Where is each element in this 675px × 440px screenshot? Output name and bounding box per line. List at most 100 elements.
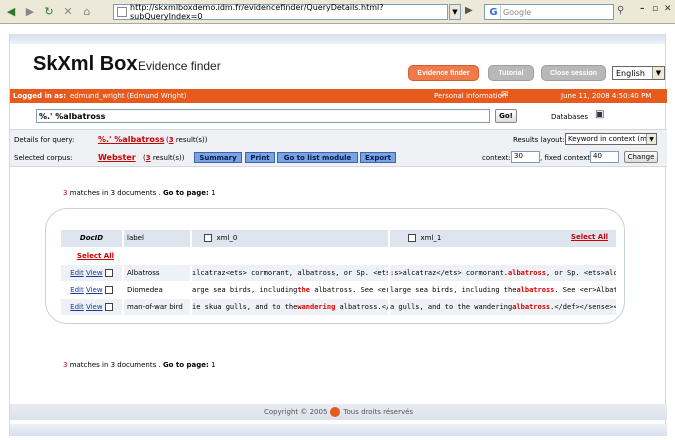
reload-icon[interactable]: ↻ (41, 4, 57, 20)
back-icon[interactable]: ◀ (3, 4, 19, 20)
query-row: %.' %albatross Go! Databases ▣ (10, 109, 667, 125)
databases-icon[interactable]: ▣ (595, 109, 604, 120)
go-button[interactable]: Go! (495, 109, 517, 123)
summary-button[interactable]: Summary (194, 152, 242, 163)
xml1-context: large sea birds, including thealbatross.… (389, 281, 616, 299)
go-arrow-icon[interactable]: ▶ (465, 5, 479, 19)
page-link[interactable]: 1 (211, 189, 215, 197)
matches-summary-top: 3 matches in 3 documents . Go to page: 1 (63, 189, 216, 197)
chevron-down-icon: ▼ (652, 67, 664, 79)
row-checkbox[interactable] (104, 268, 113, 277)
window-controls: – ▫ ✕ (640, 4, 673, 16)
query-link[interactable]: %.' %albatross (98, 135, 164, 144)
results-layout-value: Keyword in context (mo (568, 135, 652, 143)
go-to-list-module-button[interactable]: Go to list module (277, 152, 358, 163)
browser-toolbar: ◀ ▶ ↻ ✕ ⌂ http://skxmlboxdemo.idm.fr/evi… (0, 0, 675, 24)
bottom-stripe (10, 424, 667, 436)
table-row: Edit View Albatross ılcatraz<ets> cormor… (61, 264, 616, 282)
personal-info-link[interactable]: Personal information (434, 92, 506, 100)
xml0-checkbox[interactable] (204, 234, 212, 243)
export-button[interactable]: Export (360, 152, 396, 163)
xml1-context: a gulls, and to the wanderingalbatross.<… (389, 298, 616, 316)
address-bar[interactable]: http://skxmlboxdemo.idm.fr/evidencefinde… (113, 3, 448, 21)
row-label: man-of-war bird (123, 298, 192, 316)
xml1-checkbox[interactable] (408, 234, 416, 243)
language-value: English (616, 68, 645, 78)
google-icon: G (487, 5, 501, 19)
app-brand: SkXml Box (33, 53, 138, 75)
user-bar: Logged in as: edmund_wright (Edmund Wrig… (10, 89, 667, 103)
view-link[interactable]: View (86, 303, 103, 311)
page: SkXml Box Evidence finder Evidence finde… (0, 24, 675, 440)
fixed-context-input[interactable]: 40 (590, 151, 619, 163)
app-frame: SkXml Box Evidence finder Evidence finde… (9, 34, 667, 436)
change-button[interactable]: Change (624, 151, 658, 163)
table-row: Edit View Diomedea arge sea birds, inclu… (61, 281, 616, 299)
user-name: edmund_wright (Edmund Wright) (70, 92, 187, 100)
nav-tutorial-button[interactable]: Tutorial (488, 65, 534, 81)
select-all-link-xml1[interactable]: Select All (571, 233, 608, 241)
fixed-context-label: , fixed context: (540, 154, 593, 162)
maximize-icon[interactable]: ▫ (652, 4, 661, 16)
company-logo-icon (330, 407, 341, 417)
view-link[interactable]: View (86, 286, 103, 294)
row-label: Diomedea (123, 281, 192, 299)
results-layout-select[interactable]: Keyword in context (mo ▼ (565, 133, 657, 145)
result-count: (3 result(s)) (166, 136, 208, 144)
search-icon[interactable]: ⚲ (617, 5, 624, 16)
nav-close-session-button[interactable]: Close session (541, 65, 606, 81)
forward-icon[interactable]: ▶ (22, 4, 38, 20)
view-link[interactable]: View (86, 269, 103, 277)
edit-link[interactable]: Edit (70, 303, 84, 311)
search-box[interactable]: G Google (484, 4, 614, 20)
databases-label: Databases (551, 113, 589, 121)
table-row: Edit View man-of-war bird ie skua gulls,… (61, 298, 616, 316)
row-checkbox[interactable] (104, 285, 113, 294)
select-all-cell: Select All (61, 247, 124, 265)
close-icon[interactable]: ✕ (664, 4, 673, 16)
page-icon (117, 7, 127, 17)
results-layout-label: Results layout: (513, 136, 565, 144)
nav-evidence-finder-button[interactable]: Evidence finder (408, 65, 479, 81)
results-panel: DocID label xml_0 xml_1 Select All Select… (45, 208, 625, 324)
corpus-count: (3 result(s)) (143, 154, 185, 162)
select-all-row: Select All (61, 247, 616, 265)
select-all-link-rows[interactable]: Select All (77, 252, 114, 260)
page-link[interactable]: 1 (211, 361, 215, 369)
language-select[interactable]: English ▼ (612, 66, 665, 80)
stop-icon[interactable]: ✕ (60, 4, 76, 20)
table-header: DocID label xml_0 xml_1 Select All (61, 230, 616, 248)
query-input[interactable]: %.' %albatross (36, 109, 490, 123)
context-input[interactable]: 30 (511, 151, 540, 163)
col-docid: DocID (61, 230, 124, 248)
date-time: June 11, 2008 4:50:40 PM (561, 92, 652, 100)
search-placeholder: Google (503, 7, 532, 17)
col-label: label (123, 230, 192, 248)
copyright-text: Copyright © 2005 (263, 408, 328, 416)
col-xml0: xml_0 (191, 230, 390, 248)
matches-summary-bottom: 3 matches in 3 documents . Go to page: 1 (63, 361, 216, 369)
url-text: http://skxmlboxdemo.idm.fr/evidencefinde… (130, 3, 384, 21)
row-checkbox[interactable] (104, 302, 113, 311)
corpus-label: Selected corpus: (14, 154, 73, 162)
col-xml1: xml_1 Select All (389, 230, 616, 248)
print-button[interactable]: Print (245, 152, 275, 163)
rights-text: Tous droits réservés (343, 408, 414, 416)
row-label: Albatross (123, 264, 192, 282)
xml0-context: ılcatraz<ets> cormorant, albatross, or S… (191, 264, 390, 282)
personal-info-icon[interactable]: ✉ (501, 90, 509, 100)
xml1-context: :s>alcatraz</ets> cormorant.albatross, o… (389, 264, 616, 282)
corpus-link[interactable]: Webster (98, 153, 136, 162)
details-label: Details for query: (14, 136, 75, 144)
edit-link[interactable]: Edit (70, 269, 84, 277)
logged-label: Logged in as: (13, 92, 66, 100)
edit-link[interactable]: Edit (70, 286, 84, 294)
top-stripe (10, 34, 665, 44)
minimize-icon[interactable]: – (640, 4, 649, 16)
address-dropdown-icon[interactable]: ▼ (449, 4, 461, 20)
results-table: DocID label xml_0 xml_1 Select All Select… (61, 230, 616, 316)
home-icon[interactable]: ⌂ (79, 4, 95, 20)
chevron-down-icon: ▼ (646, 134, 656, 144)
xml0-context: ie skua gulls, and to thewandering albat… (191, 298, 390, 316)
context-label: context: (482, 154, 511, 162)
